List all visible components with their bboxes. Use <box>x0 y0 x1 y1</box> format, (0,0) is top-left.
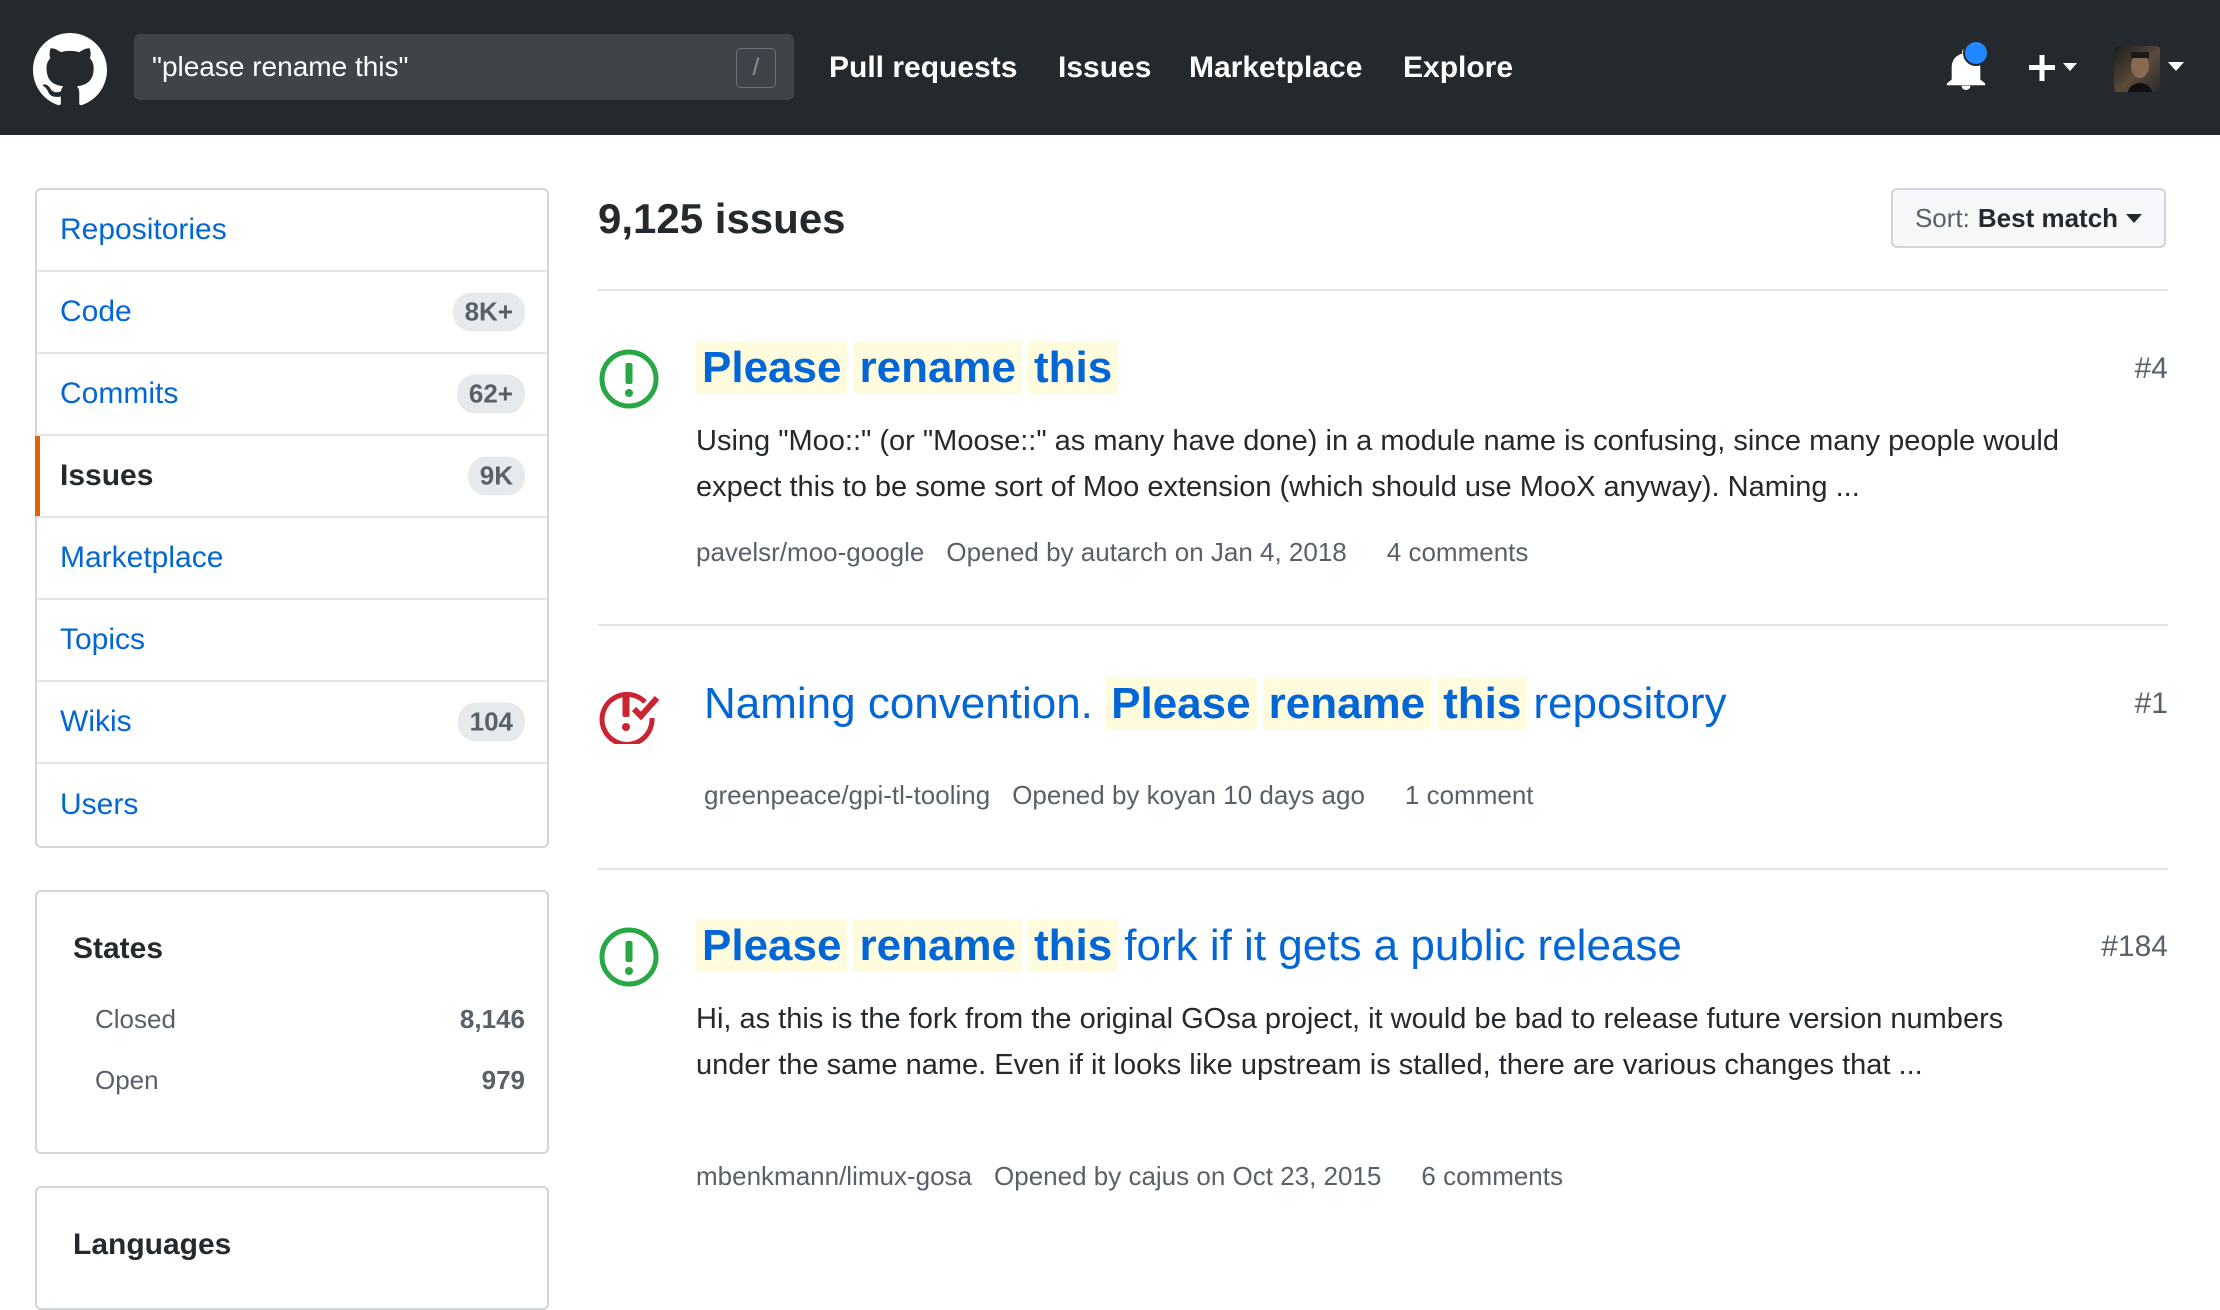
state-label: Closed <box>95 1004 176 1034</box>
search-input[interactable] <box>152 34 712 100</box>
search-highlight: Please <box>1105 677 1257 730</box>
state-label: Open <box>95 1065 159 1095</box>
github-logo-icon[interactable] <box>33 33 107 107</box>
search-highlight: this <box>1437 677 1528 730</box>
opened-by: Opened by koyan 10 days ago <box>1012 780 1365 810</box>
menu-item-label: Users <box>60 788 139 821</box>
search-highlight: this <box>1028 919 1119 972</box>
count-badge: 9K <box>467 456 525 496</box>
divider <box>598 289 2168 291</box>
menu-item-label: Commits <box>60 377 179 410</box>
states-title: States <box>73 932 164 965</box>
search-highlight: this <box>1028 341 1119 394</box>
issue-open-icon <box>599 349 659 409</box>
issue-title-link[interactable]: Please rename this fork if it gets a public… <box>696 919 1682 972</box>
sort-dropdown[interactable]: Sort: Best match <box>1891 188 2166 248</box>
nav-pull-requests[interactable]: Pull requests <box>829 0 1017 135</box>
menu-item-commits[interactable]: Commits 62+ <box>37 354 547 436</box>
issue-title-link[interactable]: Please rename this <box>696 341 1124 394</box>
menu-item-code[interactable]: Code 8K+ <box>37 272 547 354</box>
state-filter-closed[interactable]: Closed 8,146 <box>95 1004 525 1035</box>
issue-title-link[interactable]: Naming convention. Please rename this repos… <box>704 677 1727 730</box>
search-highlight: Please <box>696 919 848 972</box>
slash-shortcut-hint: / <box>736 48 776 88</box>
languages-filter: Languages <box>35 1186 549 1310</box>
search-highlight: rename <box>853 919 1023 972</box>
issue-meta: mbenkmann/limux-gosa Opened by cajus on O… <box>696 1161 1585 1192</box>
issue-excerpt: Hi, as this is the fork from the origina… <box>696 1003 2004 1081</box>
comments-link[interactable]: 4 comments <box>1387 537 1529 567</box>
menu-item-label: Marketplace <box>60 541 224 574</box>
menu-item-label: Wikis <box>60 705 132 738</box>
search-type-menu: Repositories Code 8K+ Commits 62+ Issues… <box>35 188 549 848</box>
chevron-down-icon[interactable] <box>2167 60 2185 72</box>
state-count: 979 <box>481 1065 525 1095</box>
menu-item-wikis[interactable]: Wikis 104 <box>37 682 547 764</box>
issue-excerpt: Using "Moo::" (or "Moose::" as many have… <box>696 425 2059 503</box>
issue-title-rest: fork if it gets a public release <box>1124 921 1682 970</box>
count-badge: 62+ <box>456 374 525 414</box>
repo-link[interactable]: greenpeace/gpi-tl-tooling <box>704 780 990 810</box>
opened-by: Opened by autarch on Jan 4, 2018 <box>946 537 1347 567</box>
menu-item-topics[interactable]: Topics <box>37 600 547 682</box>
results-count-heading: 9,125 issues <box>598 195 846 242</box>
menu-item-issues[interactable]: Issues 9K <box>35 436 547 518</box>
divider <box>598 624 2168 626</box>
search-highlight: rename <box>1262 677 1432 730</box>
issue-title-prefix: Naming convention. <box>704 679 1093 728</box>
opened-by: Opened by cajus on Oct 23, 2015 <box>994 1161 1382 1191</box>
issue-meta: greenpeace/gpi-tl-tooling Opened by koyan… <box>704 780 1556 811</box>
search-highlight: rename <box>853 341 1023 394</box>
menu-item-users[interactable]: Users <box>37 764 547 846</box>
languages-title: Languages <box>73 1228 232 1261</box>
issue-title-rest: repository <box>1533 679 1727 728</box>
issue-open-icon <box>599 927 659 987</box>
issue-meta: pavelsr/moo-google Opened by autarch on J… <box>696 537 1550 568</box>
menu-item-label: Repositories <box>60 213 227 246</box>
chevron-down-icon <box>2126 213 2143 223</box>
top-header: / Pull requests Issues Marketplace Explo… <box>0 0 2220 135</box>
plus-icon[interactable] <box>2020 48 2082 88</box>
issue-number: #4 <box>2134 352 2168 385</box>
notification-indicator <box>1963 40 1989 66</box>
nav-explore[interactable]: Explore <box>1403 0 1513 135</box>
avatar[interactable] <box>2114 46 2160 92</box>
repo-link[interactable]: mbenkmann/limux-gosa <box>696 1161 972 1191</box>
search-highlight: Please <box>696 341 848 394</box>
nav-marketplace[interactable]: Marketplace <box>1189 0 1362 135</box>
nav-issues[interactable]: Issues <box>1058 0 1151 135</box>
menu-item-label: Topics <box>60 623 146 656</box>
count-badge: 104 <box>457 702 525 742</box>
comments-link[interactable]: 1 comment <box>1405 780 1534 810</box>
issue-number: #1 <box>2134 687 2168 720</box>
comments-link[interactable]: 6 comments <box>1421 1161 1563 1191</box>
menu-item-label: Issues <box>60 459 154 492</box>
menu-item-marketplace[interactable]: Marketplace <box>37 518 547 600</box>
menu-item-repositories[interactable]: Repositories <box>37 190 547 272</box>
sort-label: Sort: <box>1914 202 1970 233</box>
sort-value: Best match <box>1977 202 2119 233</box>
menu-item-label: Code <box>60 295 132 328</box>
issue-closed-icon <box>599 691 660 744</box>
count-badge: 8K+ <box>452 292 525 332</box>
issue-number: #184 <box>2101 930 2168 963</box>
divider <box>598 868 2168 870</box>
search-box[interactable]: / <box>134 34 794 100</box>
state-count: 8,146 <box>459 1004 525 1034</box>
state-filter-open[interactable]: Open 979 <box>95 1065 525 1096</box>
repo-link[interactable]: pavelsr/moo-google <box>696 537 924 567</box>
states-filter: States Closed 8,146 Open 979 <box>35 890 549 1154</box>
